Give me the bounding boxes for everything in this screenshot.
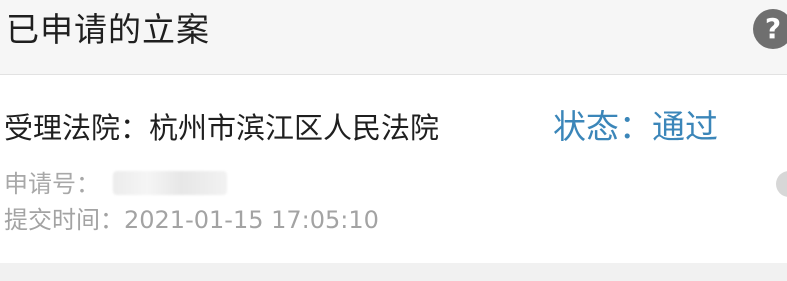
submit-time-value: 2021-01-15 17:05:10: [124, 206, 379, 234]
chevron-right-icon[interactable]: [776, 171, 787, 197]
status-line: 状态：通过: [553, 107, 718, 147]
submit-time-line: 提交时间：2021-01-15 17:05:10: [4, 203, 379, 237]
page: 已申请的立案 ? 受理法院：杭州市滨江区人民法院 状态：通过 申请号： 提交时间…: [0, 0, 787, 281]
application-number-label: 申请号：: [4, 170, 100, 198]
status-label: 状态：: [553, 107, 652, 146]
page-header: 已申请的立案 ?: [0, 0, 787, 75]
case-card[interactable]: 受理法院：杭州市滨江区人民法院 状态：通过 申请号： 提交时间：2021-01-…: [0, 75, 787, 263]
status-value: 通过: [652, 107, 718, 146]
court-name: 杭州市滨江区人民法院: [149, 111, 440, 145]
application-number-blurred: [113, 171, 227, 195]
page-title: 已申请的立案: [6, 10, 210, 49]
court-label: 受理法院：: [4, 111, 150, 145]
help-icon[interactable]: ?: [753, 9, 787, 49]
court-line: 受理法院：杭州市滨江区人民法院: [4, 108, 439, 148]
submit-time-label: 提交时间：: [4, 206, 124, 234]
